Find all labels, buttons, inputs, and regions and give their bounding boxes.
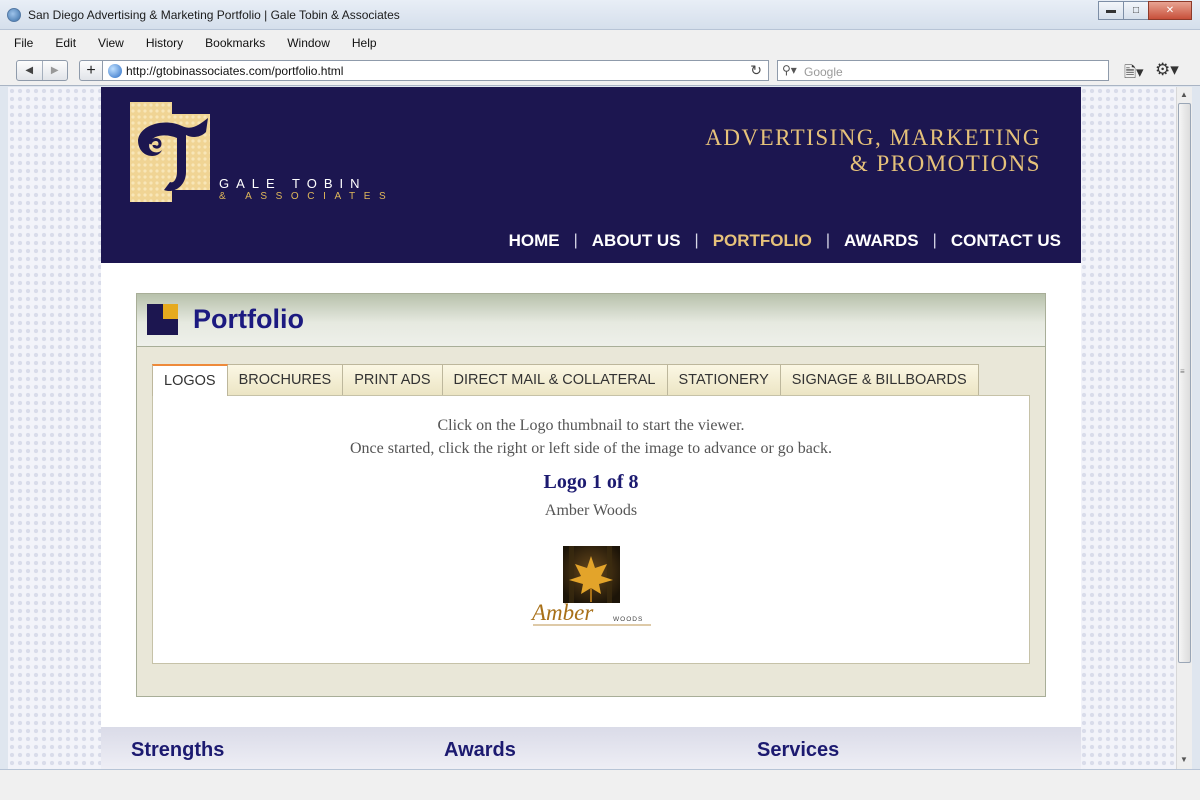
menu-bar: File Edit View History Bookmarks Window … bbox=[0, 30, 1200, 56]
scrollbar-thumb[interactable] bbox=[1178, 103, 1191, 663]
minimize-icon[interactable]: ▬ bbox=[1098, 1, 1124, 20]
thumb-brand-text: Amber bbox=[530, 600, 594, 625]
nav-separator: | bbox=[825, 232, 831, 249]
nav-awards[interactable]: AWARDS bbox=[844, 231, 919, 251]
title-bar: San Diego Advertising & Marketing Portfo… bbox=[0, 0, 1200, 30]
menu-edit[interactable]: Edit bbox=[51, 34, 80, 52]
logo-name: GALE TOBIN bbox=[219, 176, 367, 191]
tab-direct-mail[interactable]: DIRECT MAIL & COLLATERAL bbox=[441, 364, 668, 395]
footer-band: Strengths Awards Services bbox=[101, 727, 1081, 769]
window-title: San Diego Advertising & Marketing Portfo… bbox=[28, 8, 400, 22]
back-button[interactable]: ◀ bbox=[17, 61, 42, 80]
site-header: GALE TOBIN & ASSOCIATES ADVERTISING, MAR… bbox=[101, 87, 1081, 263]
nav-separator: | bbox=[573, 232, 578, 249]
gear-icon[interactable]: ⚙▾ bbox=[1155, 60, 1179, 80]
tagline: ADVERTISING, MARKETING & PROMOTIONS bbox=[705, 125, 1041, 177]
menu-history[interactable]: History bbox=[142, 34, 187, 52]
menu-help[interactable]: Help bbox=[348, 34, 381, 52]
panel-header: Portfolio bbox=[137, 294, 1045, 347]
logo-counter: Logo 1 of 8 bbox=[543, 471, 639, 493]
instruction-line2: Once started, click the right or left si… bbox=[349, 440, 833, 457]
page-viewport: GALE TOBIN & ASSOCIATES ADVERTISING, MAR… bbox=[8, 87, 1176, 769]
tab-signage[interactable]: SIGNAGE & BILLBOARDS bbox=[779, 364, 979, 395]
tab-print-ads[interactable]: PRINT ADS bbox=[342, 364, 443, 395]
page-menu-icon[interactable]: 🗎▾ bbox=[1124, 62, 1144, 87]
search-input[interactable]: ⚲▾ Google bbox=[777, 60, 1109, 81]
address-bar[interactable]: http://gtobinassociates.com/portfolio.ht… bbox=[102, 60, 769, 81]
vertical-scrollbar[interactable]: ▲ ≡ ▼ bbox=[1176, 87, 1192, 769]
tagline-line1: ADVERTISING, MARKETING bbox=[705, 125, 1041, 150]
forward-button[interactable]: ▶ bbox=[41, 61, 68, 80]
portfolio-tabs: LOGOS BROCHURES PRINT ADS DIRECT MAIL & … bbox=[152, 364, 979, 396]
thumb-brand-sub: WOODS bbox=[613, 616, 643, 623]
search-placeholder: Google bbox=[804, 65, 843, 79]
logo-subtitle: & ASSOCIATES bbox=[219, 191, 395, 202]
nav-home[interactable]: HOME bbox=[509, 231, 560, 251]
add-bookmark-button[interactable]: + bbox=[79, 60, 103, 81]
address-text[interactable]: http://gtobinassociates.com/portfolio.ht… bbox=[126, 64, 343, 78]
globe-icon bbox=[108, 64, 122, 78]
nav-portfolio[interactable]: PORTFOLIO bbox=[713, 231, 812, 251]
footer-services-heading[interactable]: Services bbox=[757, 739, 839, 762]
browser-icon bbox=[7, 8, 21, 22]
tab-logos[interactable]: LOGOS bbox=[152, 364, 228, 396]
maximize-icon[interactable]: □ bbox=[1123, 1, 1149, 20]
status-bar bbox=[0, 769, 1200, 800]
back-forward-group: ◀ ▶ bbox=[16, 60, 68, 81]
scroll-up-icon[interactable]: ▲ bbox=[1180, 90, 1188, 99]
logo-thumbnail[interactable]: Amber WOODS bbox=[529, 546, 655, 630]
scroll-grip-icon: ≡ bbox=[1180, 367, 1185, 376]
footer-awards-heading[interactable]: Awards bbox=[444, 739, 516, 762]
nav-contact-us[interactable]: CONTACT US bbox=[951, 231, 1061, 251]
main-nav: HOME | ABOUT US | PORTFOLIO | AWARDS | C… bbox=[509, 231, 1061, 251]
viewer-instructions: Click on the Logo thumbnail to start the… bbox=[153, 414, 1029, 460]
search-icon[interactable]: ⚲▾ bbox=[782, 63, 797, 77]
client-name: Amber Woods bbox=[544, 502, 638, 519]
site-container: GALE TOBIN & ASSOCIATES ADVERTISING, MAR… bbox=[101, 87, 1081, 769]
tab-stationery[interactable]: STATIONERY bbox=[666, 364, 781, 395]
close-icon[interactable]: ✕ bbox=[1148, 1, 1192, 20]
menu-view[interactable]: View bbox=[94, 34, 128, 52]
nav-separator: | bbox=[932, 232, 937, 249]
nav-toolbar: ◀ ▶ + http://gtobinassociates.com/portfo… bbox=[0, 56, 1200, 86]
nav-separator: | bbox=[694, 232, 699, 249]
reload-icon[interactable]: ↻ bbox=[750, 62, 762, 79]
company-logo[interactable] bbox=[130, 102, 210, 202]
window-controls: ▬ □ ✕ bbox=[1098, 1, 1192, 20]
menu-bookmarks[interactable]: Bookmarks bbox=[201, 34, 269, 52]
tagline-line2: & PROMOTIONS bbox=[849, 151, 1041, 176]
tab-brochures[interactable]: BROCHURES bbox=[226, 364, 344, 395]
portfolio-square-icon bbox=[147, 304, 178, 335]
tab-content: Click on the Logo thumbnail to start the… bbox=[152, 395, 1030, 664]
menu-file[interactable]: File bbox=[10, 34, 37, 52]
nav-about-us[interactable]: ABOUT US bbox=[592, 231, 681, 251]
instruction-line1: Click on the Logo thumbnail to start the… bbox=[437, 417, 745, 434]
footer-strengths-heading[interactable]: Strengths bbox=[131, 739, 224, 762]
page-title: Portfolio bbox=[193, 304, 304, 334]
portfolio-panel: Portfolio LOGOS BROCHURES PRINT ADS DIRE… bbox=[136, 293, 1046, 697]
scroll-down-icon[interactable]: ▼ bbox=[1180, 755, 1188, 764]
menu-window[interactable]: Window bbox=[283, 34, 334, 52]
